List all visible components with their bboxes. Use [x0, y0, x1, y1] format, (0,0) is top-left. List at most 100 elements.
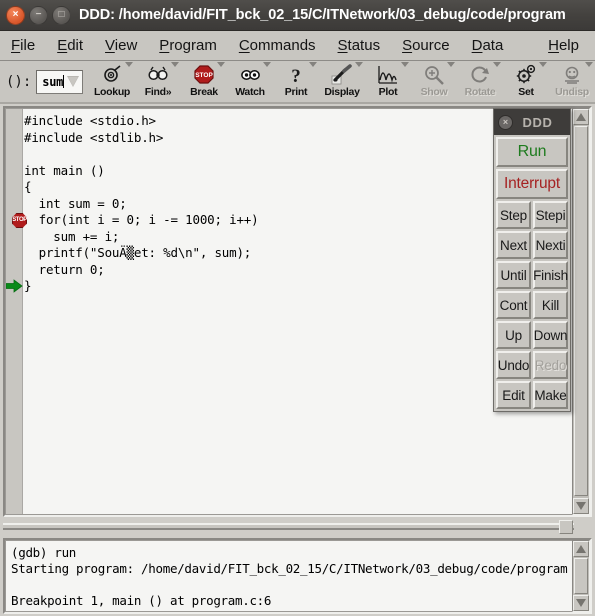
- scroll-down-arrow-icon[interactable]: [573, 498, 589, 514]
- menu-help[interactable]: Help: [537, 31, 595, 60]
- ddd-panel-close-button[interactable]: ×: [498, 114, 513, 130]
- window-title: DDD: /home/david/FIT_bck_02_15/C/ITNetwo…: [79, 7, 566, 23]
- menu-status[interactable]: Status: [327, 31, 392, 60]
- ddd-button-nexti[interactable]: Nexti: [533, 231, 568, 259]
- source-line[interactable]: return 0;: [24, 262, 258, 279]
- ddd-button-interrupt[interactable]: Interrupt: [496, 169, 568, 199]
- ddd-button-stepi[interactable]: Stepi: [533, 201, 568, 229]
- argument-input[interactable]: sum: [36, 69, 83, 94]
- source-line[interactable]: [24, 146, 258, 163]
- menu-source[interactable]: Source: [391, 31, 461, 60]
- source-line[interactable]: int sum = 0;: [6, 195, 258, 293]
- ddd-button-run[interactable]: Run: [496, 137, 568, 167]
- source-view[interactable]: #include <stdio.h> #include <stdlib.h> int…: [5, 108, 573, 515]
- chevron-down-icon[interactable]: [355, 62, 363, 67]
- toolbar-button-label: Display: [324, 86, 360, 98]
- chevron-down-icon[interactable]: [585, 62, 593, 67]
- source-line[interactable]: int main () STOP: [12, 163, 258, 228]
- gdb-console-output[interactable]: (gdb) run Starting program: /home/david/…: [5, 540, 573, 612]
- pane-splitter[interactable]: [3, 519, 592, 537]
- toolbar-button-plot[interactable]: Plot: [365, 61, 411, 102]
- source-line-text: int sum = 0;: [24, 195, 127, 211]
- close-icon: ×: [502, 117, 509, 127]
- chevron-down-icon[interactable]: [401, 62, 409, 67]
- current-line-arrow-icon: [6, 279, 23, 294]
- menu-program[interactable]: Program: [148, 31, 228, 60]
- chevron-down-icon[interactable]: [171, 62, 179, 67]
- ddd-button-make[interactable]: Make: [533, 381, 568, 409]
- source-line[interactable]: #include <stdlib.h>: [24, 130, 258, 147]
- toolbar-button-find[interactable]: Find»: [135, 61, 181, 102]
- menu-edit[interactable]: Edit: [46, 31, 94, 60]
- toolbar-button-label: Show: [420, 86, 448, 98]
- ddd-button-kill[interactable]: Kill: [533, 291, 568, 319]
- chevron-down-icon[interactable]: [125, 62, 133, 67]
- toolbar-button-label: Plot: [378, 86, 398, 98]
- toolbar-button-set[interactable]: Set: [503, 61, 549, 102]
- source-vertical-scrollbar[interactable]: [572, 108, 590, 515]
- menu-data-label: ata: [482, 37, 504, 54]
- toolbar-button-print[interactable]: ? Print: [273, 61, 319, 102]
- source-line[interactable]: }: [24, 278, 258, 295]
- scroll-up-arrow-icon[interactable]: [573, 109, 589, 125]
- chevron-down-icon[interactable]: [493, 62, 501, 67]
- toolbar-button-display[interactable]: Display: [319, 61, 365, 102]
- menu-source-mnemonic: S: [402, 37, 413, 54]
- scroll-down-arrow-icon[interactable]: [573, 595, 589, 611]
- splitter-grip[interactable]: [559, 520, 573, 534]
- menu-edit-label: dit: [67, 37, 84, 54]
- argument-prefix-label: ():: [6, 73, 32, 90]
- ddd-button-edit[interactable]: Edit: [496, 381, 531, 409]
- menu-help-mnemonic: H: [548, 37, 559, 54]
- window-close-button[interactable]: ×: [6, 5, 25, 25]
- source-line[interactable]: for(int i = 0; i -= 1000; i++): [24, 212, 259, 229]
- source-line[interactable]: printf("SouÄ▒et: %d\n", sum);: [24, 245, 258, 262]
- menu-source-label: ource: [412, 37, 450, 54]
- ddd-button-down[interactable]: Down: [533, 321, 568, 349]
- ddd-button-step[interactable]: Step: [496, 201, 531, 229]
- menu-file[interactable]: File: [0, 31, 46, 60]
- scroll-thumb[interactable]: [574, 558, 588, 594]
- ddd-button-up[interactable]: Up: [496, 321, 531, 349]
- source-line[interactable]: #include <stdio.h>: [24, 113, 258, 130]
- menu-commands[interactable]: Commands: [228, 31, 327, 60]
- toolbar-button-watch[interactable]: Watch: [227, 61, 273, 102]
- source-line-text: sum += i;: [24, 228, 120, 244]
- window-minimize-button[interactable]: −: [29, 5, 48, 25]
- menu-view[interactable]: View: [94, 31, 148, 60]
- console-caret: [57, 611, 58, 612]
- menu-view-mnemonic: V: [105, 37, 115, 54]
- ddd-button-until[interactable]: Until: [496, 261, 531, 289]
- ddd-button-undo[interactable]: Undo: [496, 351, 531, 379]
- chevron-down-icon[interactable]: [263, 62, 271, 67]
- toolbar-button-rotate: Rotate: [457, 61, 503, 102]
- ddd-button-row: Edit Make: [495, 380, 569, 410]
- scroll-up-arrow-icon[interactable]: [573, 541, 589, 557]
- chevron-down-icon[interactable]: [309, 62, 317, 67]
- ddd-button-row: Interrupt: [495, 168, 569, 200]
- chevron-down-icon[interactable]: [217, 62, 225, 67]
- menu-data[interactable]: Data: [461, 31, 515, 60]
- minimize-icon: −: [35, 9, 42, 20]
- scroll-thumb[interactable]: [574, 126, 588, 496]
- source-code: #include <stdio.h> #include <stdlib.h> int…: [6, 113, 259, 295]
- close-icon: ×: [12, 9, 19, 20]
- chevron-down-icon[interactable]: [67, 75, 79, 87]
- window-maximize-button[interactable]: □: [52, 5, 71, 25]
- gdb-console: (gdb) run Starting program: /home/david/…: [3, 538, 592, 614]
- ddd-button-finish[interactable]: Finish: [533, 261, 568, 289]
- toolbar-button-lookup[interactable]: Lookup: [89, 61, 135, 102]
- splitter-bar[interactable]: [3, 523, 574, 530]
- ddd-button-next[interactable]: Next: [496, 231, 531, 259]
- toolbar-button-break[interactable]: STOP Break: [181, 61, 227, 102]
- ddd-button-cont[interactable]: Cont: [496, 291, 531, 319]
- console-vertical-scrollbar[interactable]: [572, 540, 590, 612]
- chevron-down-icon[interactable]: [539, 62, 547, 67]
- source-gutter[interactable]: [6, 109, 23, 514]
- source-line[interactable]: {: [24, 179, 258, 196]
- menu-status-label: tatus: [347, 37, 381, 54]
- menu-file-label: ile: [20, 37, 36, 54]
- menu-view-label: iew: [114, 37, 138, 54]
- chevron-down-icon[interactable]: [447, 62, 455, 67]
- source-line[interactable]: sum += i;: [24, 229, 258, 246]
